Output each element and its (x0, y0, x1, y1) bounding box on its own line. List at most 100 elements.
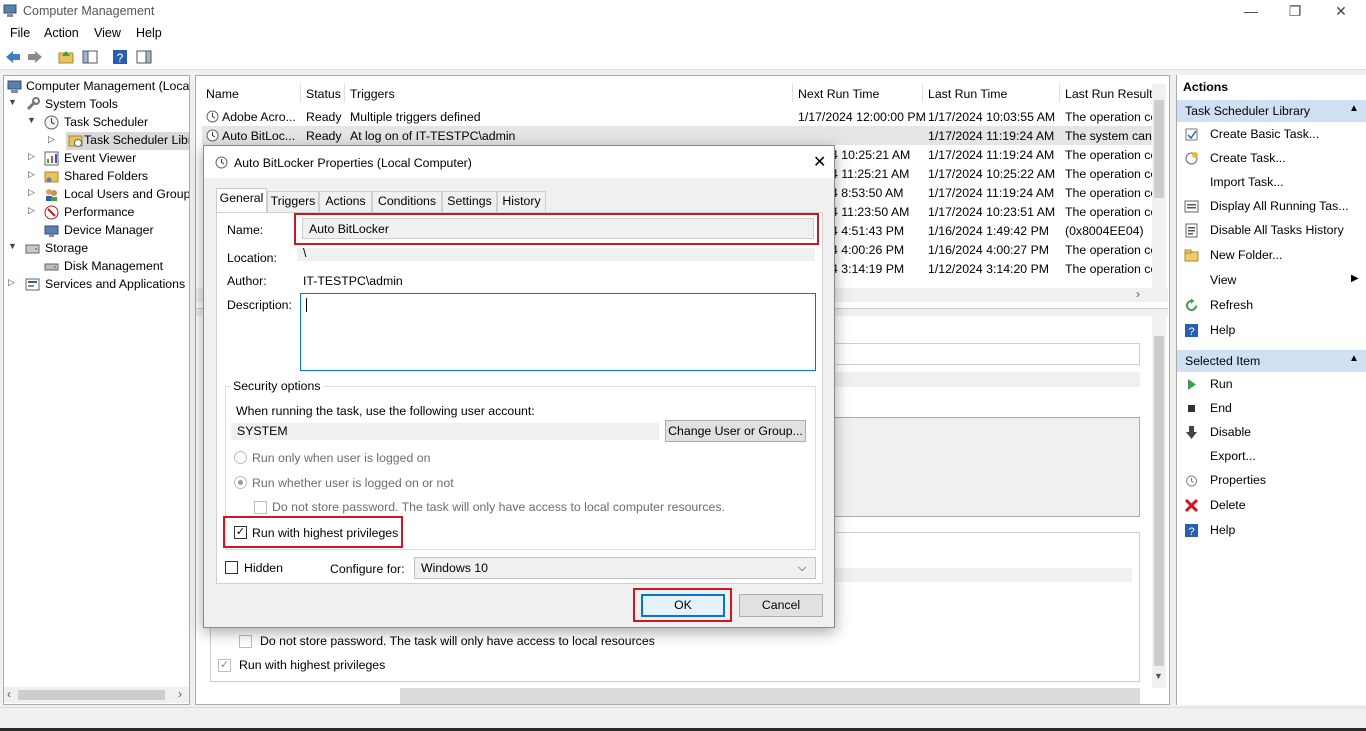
text-cursor (306, 298, 307, 312)
action-new-folder[interactable]: New Folder... (1177, 245, 1366, 267)
back-arrow-icon[interactable] (4, 48, 22, 66)
ok-button[interactable]: OK (641, 594, 725, 617)
shared-folder-icon (44, 171, 59, 183)
tree-item-local-users[interactable]: ▷ Local Users and Groups (4, 186, 189, 204)
no-store-password-label: Do not store password. The task will onl… (272, 500, 725, 514)
run-logged-on-radio[interactable] (234, 451, 247, 464)
scroll-down-icon[interactable]: ▼ (1154, 671, 1163, 681)
dialog-close-button[interactable]: ✕ (813, 152, 826, 172)
maximize-button[interactable]: ❐ (1272, 0, 1318, 24)
configure-for-select[interactable]: Windows 10 ⌵ (414, 557, 816, 579)
close-button[interactable]: ✕ (1318, 0, 1364, 24)
action-end[interactable]: End (1177, 398, 1366, 420)
name-field[interactable]: Auto BitLocker (302, 218, 814, 239)
tree-item-device-manager[interactable]: Device Manager (4, 222, 189, 240)
minimize-button[interactable]: — (1228, 0, 1274, 24)
menu-view[interactable]: View (94, 26, 121, 40)
dialog-title-bar: Auto BitLocker Properties (Local Compute… (204, 146, 834, 178)
highest-privileges-checkbox[interactable]: ✓ (234, 526, 247, 539)
tree-item-event-viewer[interactable]: ▷ Event Viewer (4, 150, 189, 168)
behind-highest-checkbox[interactable]: ✓ (218, 659, 231, 672)
collapsed-chevron-icon[interactable]: ▷ (28, 151, 35, 162)
tree-item-task-scheduler-library[interactable]: Task Scheduler Libra (66, 132, 189, 150)
collapsed-chevron-icon[interactable]: ▷ (28, 187, 35, 198)
hidden-checkbox[interactable] (225, 561, 238, 574)
tab-conditions[interactable]: Conditions (372, 191, 442, 212)
column-header-next-run[interactable]: Next Run Time (798, 87, 879, 101)
column-header-last-result[interactable]: Last Run Result (1065, 87, 1153, 101)
tree-item-task-scheduler[interactable]: ▼ Task Scheduler (4, 114, 189, 132)
detail-vertical-scrollbar[interactable]: ▼ (1152, 316, 1166, 688)
tree-item-services[interactable]: ▷ Services and Applications (4, 276, 189, 294)
action-refresh[interactable]: Refresh (1177, 295, 1366, 317)
menu-action[interactable]: Action (44, 26, 79, 40)
tab-settings[interactable]: Settings (442, 191, 497, 212)
action-disable-history[interactable]: Disable All Tasks History (1177, 220, 1366, 242)
change-user-button[interactable]: Change User or Group... (665, 420, 806, 442)
collapsed-chevron-icon[interactable]: ▷ (28, 205, 35, 216)
scroll-thumb[interactable] (1154, 100, 1164, 198)
scroll-thumb[interactable] (18, 690, 165, 700)
behind-no-store-checkbox[interactable] (239, 635, 252, 648)
collapse-up-icon[interactable]: ▲ (1349, 103, 1359, 114)
menu-help[interactable]: Help (136, 26, 162, 40)
action-help-selected[interactable]: ? Help (1177, 520, 1366, 542)
show-hide-tree-icon[interactable] (81, 48, 99, 66)
action-disable[interactable]: Disable (1177, 422, 1366, 444)
users-icon (46, 189, 57, 201)
collapsed-chevron-icon[interactable]: ▷ (28, 169, 35, 180)
tab-triggers[interactable]: Triggers (267, 191, 319, 212)
tree-item-disk-management[interactable]: Disk Management (4, 258, 189, 276)
action-display-running[interactable]: Display All Running Tas... (1177, 196, 1366, 218)
column-header-status[interactable]: Status (306, 87, 341, 101)
actions-pane: Actions Task Scheduler Library ▲ Create … (1176, 75, 1366, 705)
scroll-left-icon[interactable]: ‹ (7, 687, 11, 701)
action-create-task[interactable]: Create Task... (1177, 148, 1366, 170)
action-export[interactable]: Export... (1177, 446, 1366, 468)
tree-item-root[interactable]: Computer Management (Local (4, 78, 189, 96)
show-hide-action-pane-icon[interactable] (135, 48, 153, 66)
description-textarea[interactable] (300, 293, 816, 371)
expanded-chevron-icon[interactable]: ▼ (27, 115, 36, 125)
services-icon (25, 278, 40, 291)
run-whether-radio[interactable] (234, 476, 247, 489)
action-create-basic-task[interactable]: Create Basic Task... (1177, 124, 1366, 146)
up-folder-icon[interactable] (57, 48, 75, 66)
tree-item-system-tools[interactable]: ▼ System Tools (4, 96, 189, 114)
tree-item-storage[interactable]: ▼ Storage (4, 240, 189, 258)
collapsed-chevron-icon[interactable]: ▷ (8, 277, 15, 288)
expanded-chevron-icon[interactable]: ▼ (8, 97, 17, 107)
column-header-name[interactable]: Name (206, 87, 239, 101)
action-run[interactable]: Run (1177, 374, 1366, 396)
expanded-chevron-icon[interactable]: ▼ (8, 241, 17, 251)
section-header-task-scheduler-library[interactable]: Task Scheduler Library ▲ (1177, 100, 1366, 122)
section-header-selected-item[interactable]: Selected Item ▲ (1177, 350, 1366, 372)
forward-arrow-icon[interactable] (26, 48, 44, 66)
action-view[interactable]: View ▶ (1177, 270, 1366, 292)
cancel-button[interactable]: Cancel (739, 594, 823, 617)
column-header-triggers[interactable]: Triggers (350, 87, 395, 101)
menu-bar: File Action View Help (0, 24, 1366, 44)
action-properties[interactable]: Properties (1177, 470, 1366, 492)
scroll-thumb[interactable] (1154, 336, 1164, 666)
list-vertical-scrollbar[interactable] (1152, 84, 1166, 288)
action-delete[interactable]: Delete (1177, 495, 1366, 517)
menu-file[interactable]: File (10, 26, 30, 40)
scroll-right-icon[interactable]: › (178, 687, 182, 701)
tree-item-shared-folders[interactable]: ▷ Shared Folders (4, 168, 189, 186)
column-header-last-run[interactable]: Last Run Time (928, 87, 1007, 101)
scroll-right-icon[interactable]: › (1136, 287, 1140, 301)
tab-general[interactable]: General (216, 188, 267, 213)
table-row[interactable]: Auto BitLoc... Ready At log on of IT-TES… (196, 126, 1154, 145)
tab-actions[interactable]: Actions (319, 191, 372, 212)
action-import-task[interactable]: Import Task... (1177, 172, 1366, 194)
tab-history[interactable]: History (497, 191, 546, 212)
table-row[interactable]: Adobe Acro... Ready Multiple triggers de… (196, 107, 1154, 126)
no-store-password-checkbox[interactable] (254, 501, 267, 514)
collapsed-chevron-icon[interactable]: ▷ (48, 134, 55, 145)
tree-horizontal-scrollbar[interactable]: ‹ › (4, 687, 189, 703)
tree-item-performance[interactable]: ▷ Performance (4, 204, 189, 222)
help-icon[interactable]: ? (111, 48, 129, 66)
collapse-up-icon[interactable]: ▲ (1349, 353, 1359, 364)
action-help[interactable]: ? Help (1177, 320, 1366, 342)
